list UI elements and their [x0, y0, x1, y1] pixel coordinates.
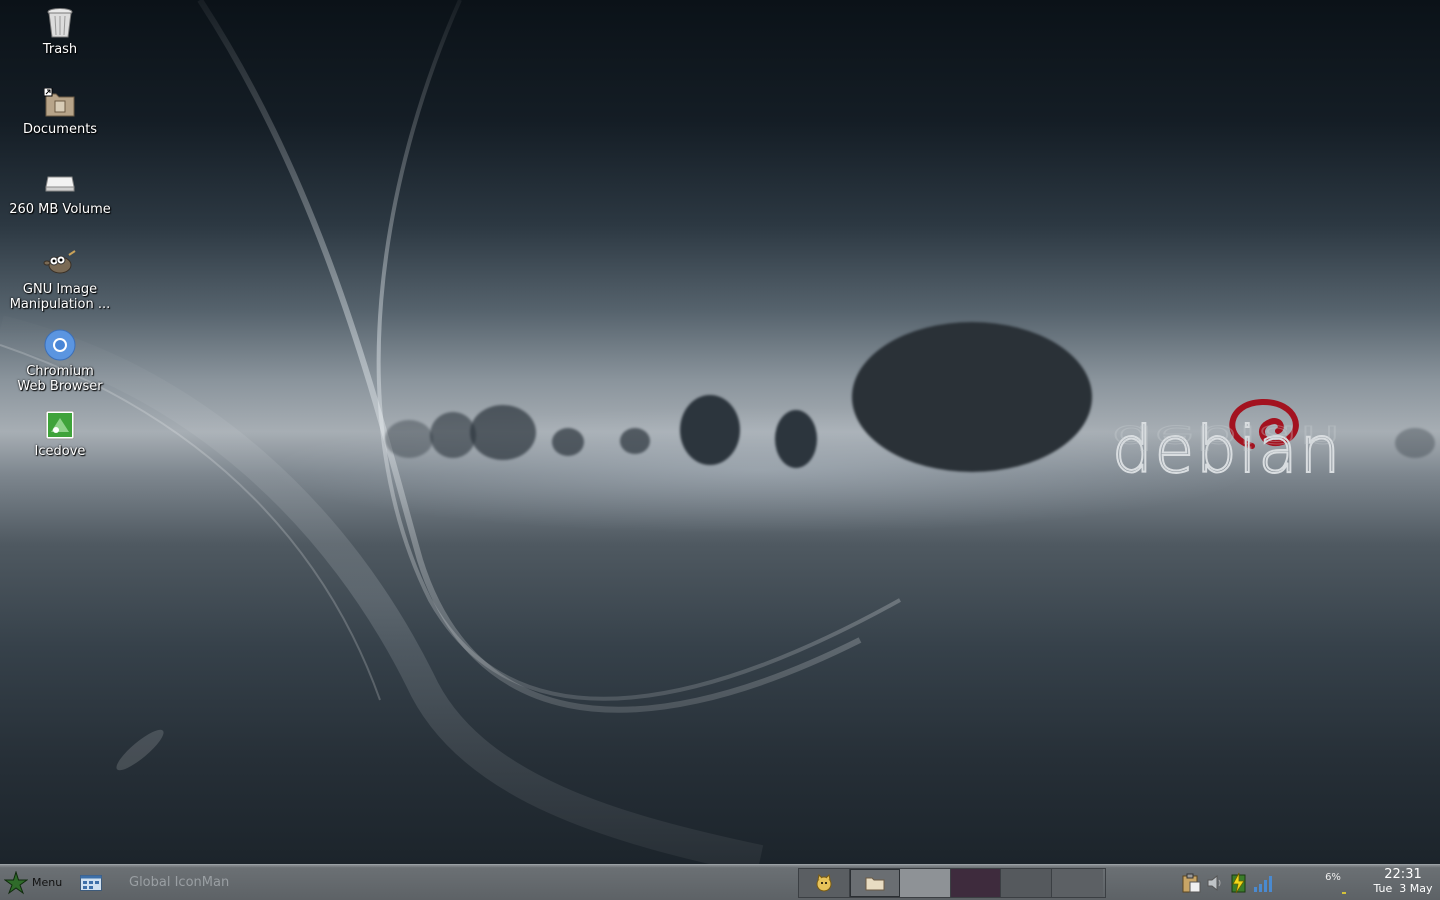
desktop-icon-chromium[interactable]: Chromium Web Browser	[5, 328, 115, 394]
file-manager-icon	[865, 877, 885, 891]
desktop-icon-260mb-volume[interactable]: 260 MB Volume	[5, 166, 115, 217]
debian-wordmark-reflection: debian	[1111, 417, 1343, 455]
desktop-switcher-icon	[80, 874, 102, 891]
workspace-2[interactable]	[849, 869, 901, 897]
trash-icon	[43, 6, 77, 40]
cpu-usage-text: 6%	[1325, 872, 1341, 883]
desktop-icon-gimp[interactable]: GNU Image Manipulation ...	[5, 246, 115, 312]
desktop-icon-label: GNU Image Manipulation ...	[9, 282, 111, 312]
menu-label: Menu	[32, 876, 63, 889]
desktop-wallpaper: Trash Documents 260 MB Volume GNU Image …	[0, 0, 1440, 864]
chromium-icon	[43, 328, 77, 362]
clock[interactable]: 22:31 Tue 3 May	[1366, 867, 1440, 899]
clock-date-value: 3 May	[1399, 882, 1433, 895]
desktop-icon-label: 260 MB Volume	[9, 202, 111, 217]
show-desktop-button[interactable]	[80, 865, 104, 900]
desktop-icon-documents[interactable]: Documents	[5, 86, 115, 137]
cat-app-icon	[816, 874, 832, 892]
debian-logo: debian debian	[1111, 398, 1392, 518]
workspace-4[interactable]	[950, 869, 1002, 897]
desktop-icon-label: Icedove	[34, 444, 86, 459]
start-menu-icon	[4, 870, 28, 894]
menu-button[interactable]: Menu	[4, 865, 66, 900]
iconman-label: Global IconMan	[129, 875, 230, 890]
desktop-icon-trash[interactable]: Trash	[5, 6, 115, 57]
cpu-usage-bar	[1342, 892, 1346, 894]
power-battery-icon[interactable]	[1228, 872, 1248, 894]
clock-date: Tue 3 May	[1366, 882, 1440, 895]
workspace-1[interactable]	[799, 869, 850, 897]
desktop-icon-label: Trash	[42, 42, 78, 57]
desktop-icon-label: Documents	[22, 122, 98, 137]
volume-icon[interactable]	[1206, 873, 1224, 893]
clock-day: Tue	[1373, 882, 1393, 895]
workspace-6[interactable]	[1051, 869, 1103, 897]
clock-time: 22:31	[1384, 867, 1422, 882]
workspace-3[interactable]	[900, 869, 951, 897]
icedove-icon	[43, 408, 77, 442]
taskbar: Menu Global IconMan 6% 22:31 Tue 3 May	[0, 864, 1440, 900]
desktop-icon-label: Chromium Web Browser	[17, 364, 103, 394]
gimp-icon	[43, 246, 77, 280]
folder-link-icon	[43, 86, 77, 120]
drive-icon	[43, 166, 77, 200]
cpu-usage-indicator[interactable]: 6%	[1316, 868, 1350, 898]
clipboard-icon[interactable]	[1180, 872, 1202, 894]
network-signal-icon[interactable]	[1252, 872, 1274, 894]
desktop-icon-icedove[interactable]: Icedove	[5, 408, 115, 459]
system-tray	[1180, 865, 1274, 900]
workspace-pager	[798, 868, 1106, 898]
workspace-5[interactable]	[1001, 869, 1052, 897]
